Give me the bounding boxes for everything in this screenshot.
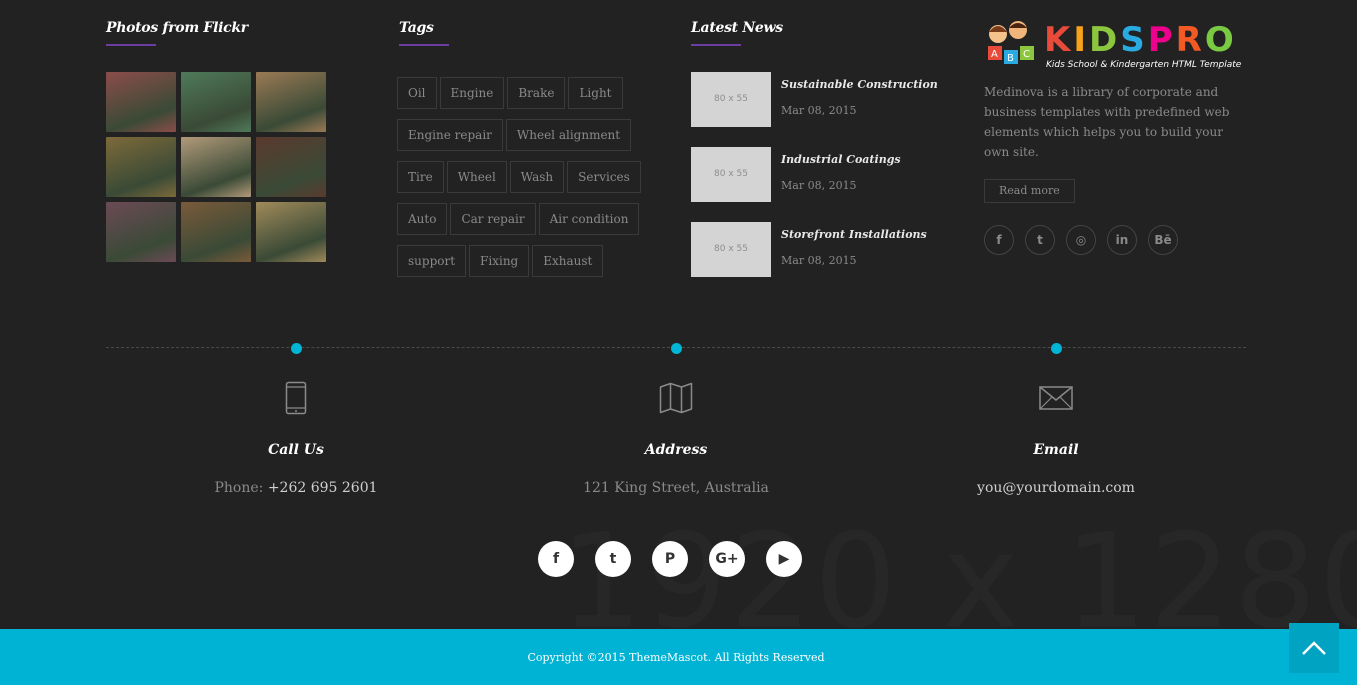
news-item-date: Mar 08, 2015: [781, 104, 857, 117]
divider-dot: [291, 343, 302, 354]
brand-widget: A B C KIDSPRO Kids School & Kindergarten…: [984, 20, 1246, 255]
email-address[interactable]: you@yourdomain.com: [906, 480, 1206, 496]
flickr-photo[interactable]: [181, 137, 251, 197]
title-underline: [106, 44, 156, 46]
tag-link[interactable]: Wheel alignment: [505, 119, 632, 151]
contact-address: Address 121 King Street, Australia: [526, 380, 826, 496]
flickr-photo[interactable]: [106, 137, 176, 197]
tag-link[interactable]: Exhaust: [532, 245, 604, 277]
behance-icon[interactable]: Bē: [1148, 225, 1178, 255]
flickr-title: Photos from Flickr: [106, 20, 248, 36]
title-underline: [399, 44, 449, 46]
flickr-photo[interactable]: [256, 202, 326, 262]
copyright-bar: Copyright ©2015 ThemeMascot. All Rights …: [0, 629, 1357, 685]
news-item-title[interactable]: Sustainable Construction: [781, 78, 938, 91]
contact-phone-text: Phone: +262 695 2601: [146, 480, 446, 496]
brand-description: Medinova is a library of corporate and b…: [984, 85, 1230, 159]
contact-call-title: Call Us: [268, 442, 324, 458]
flickr-photo[interactable]: [106, 72, 176, 132]
facebook-icon[interactable]: f: [984, 225, 1014, 255]
svg-text:A: A: [991, 49, 998, 60]
linkedin-icon[interactable]: in: [1107, 225, 1137, 255]
flickr-photo[interactable]: [256, 72, 326, 132]
tag-link[interactable]: Wash: [509, 161, 565, 193]
news-item[interactable]: 80 x 55 Storefront Installations Mar 08, 2…: [691, 222, 951, 277]
tag-link[interactable]: Car repair: [450, 203, 536, 235]
divider-dot: [671, 343, 682, 354]
news-thumbnail[interactable]: 80 x 55: [691, 222, 771, 277]
news-title: Latest News: [691, 20, 783, 36]
news-thumbnail[interactable]: 80 x 55: [691, 147, 771, 202]
contact-email-title: Email: [1033, 442, 1079, 458]
tag-link[interactable]: Fixing: [469, 245, 530, 277]
google-plus-icon[interactable]: G+: [709, 541, 745, 577]
instagram-icon[interactable]: ◎: [1066, 225, 1096, 255]
tags-widget: Tags: [399, 20, 449, 46]
tag-link[interactable]: Air condition: [538, 203, 640, 235]
phone-label: Phone:: [214, 480, 268, 496]
flickr-photo[interactable]: [181, 202, 251, 262]
facebook-icon[interactable]: f: [538, 541, 574, 577]
divider-dot: [1051, 343, 1062, 354]
twitter-icon[interactable]: t: [1025, 225, 1055, 255]
tag-link[interactable]: Engine: [439, 77, 505, 109]
tag-link[interactable]: Services: [567, 161, 641, 193]
flickr-widget: Photos from Flickr: [106, 20, 248, 46]
tag-link[interactable]: Brake: [507, 77, 566, 109]
address-text: 121 King Street, Australia: [583, 480, 769, 496]
tag-link[interactable]: Oil: [397, 77, 437, 109]
chevron-up-icon: [1302, 641, 1326, 655]
news-item-title[interactable]: Storefront Installations: [781, 228, 927, 241]
phone-icon: [146, 380, 446, 416]
tag-link[interactable]: Light: [568, 77, 623, 109]
svg-text:C: C: [1023, 49, 1030, 60]
read-more-button[interactable]: Read more: [984, 179, 1075, 203]
twitter-icon[interactable]: t: [595, 541, 631, 577]
news-item-title[interactable]: Industrial Coatings: [781, 153, 901, 166]
copyright-text: Copyright ©2015 ThemeMascot. All Rights …: [527, 651, 825, 664]
news-thumbnail[interactable]: 80 x 55: [691, 72, 771, 127]
footer-social-links: f t P G+ ▶: [538, 541, 802, 577]
tag-link[interactable]: Wheel: [446, 161, 507, 193]
news-widget: Latest News: [691, 20, 783, 46]
youtube-icon[interactable]: ▶: [766, 541, 802, 577]
flickr-photo[interactable]: [106, 202, 176, 262]
tag-cloud: Oil Engine Brake Light Engine repair Wheel al…: [397, 77, 657, 287]
news-item[interactable]: 80 x 55 Industrial Coatings Mar 08, 2015: [691, 147, 951, 202]
flickr-photo[interactable]: [256, 137, 326, 197]
tag-link[interactable]: Engine repair: [397, 119, 503, 151]
svg-text:B: B: [1007, 53, 1014, 64]
kidspro-logo[interactable]: A B C KIDSPRO Kids School & Kindergarten…: [984, 20, 1246, 72]
news-list: 80 x 55 Sustainable Construction Mar 08, 2…: [691, 72, 951, 297]
contact-email: Email you@yourdomain.com: [906, 380, 1206, 496]
news-item-date: Mar 08, 2015: [781, 254, 857, 267]
contact-call: Call Us Phone: +262 695 2601: [146, 380, 446, 496]
tag-link[interactable]: support: [397, 245, 467, 277]
logo-tagline: Kids School & Kindergarten HTML Template: [1046, 60, 1242, 70]
flickr-photo[interactable]: [181, 72, 251, 132]
news-item[interactable]: 80 x 55 Sustainable Construction Mar 08, 2…: [691, 72, 951, 127]
brand-social-links: f t ◎ in Bē: [984, 225, 1246, 255]
kids-logo-icon: A B C: [988, 21, 1034, 64]
tag-link[interactable]: Auto: [397, 203, 448, 235]
logo-wordmark: KIDSPRO: [1044, 20, 1237, 60]
flickr-photo-grid: [106, 72, 331, 262]
tag-link[interactable]: Tire: [397, 161, 444, 193]
phone-number[interactable]: +262 695 2601: [268, 480, 378, 496]
scroll-to-top-button[interactable]: [1289, 623, 1339, 673]
map-icon: [526, 380, 826, 416]
tags-title: Tags: [399, 20, 434, 36]
news-item-date: Mar 08, 2015: [781, 179, 857, 192]
contact-address-title: Address: [644, 442, 708, 458]
title-underline: [691, 44, 741, 46]
pinterest-icon[interactable]: P: [652, 541, 688, 577]
envelope-icon: [906, 380, 1206, 416]
